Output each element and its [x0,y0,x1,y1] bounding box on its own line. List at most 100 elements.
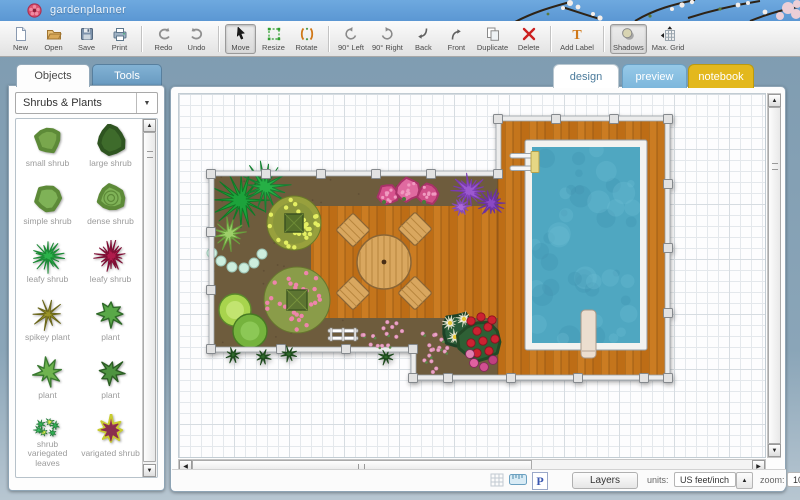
units-value: US feet/inch [680,475,729,485]
toolbar-button-delete[interactable]: Delete [513,24,544,54]
toolbar-button-move[interactable]: Move [225,24,256,54]
grid-toggle-icon[interactable] [490,473,504,487]
varileaves-icon [26,414,70,439]
objects-panel-body: Shrubs & Plants ▼ small shrublarge shrub… [8,85,165,491]
toolbar-button-max-grid[interactable]: Max. Grid [649,24,688,54]
print-preview-toggle-icon[interactable]: P [532,472,548,490]
back-icon [415,26,431,42]
plant-item-shrub-variegated-leaves[interactable]: shrub variegated leaves [16,411,79,469]
toolbar-button-label: 90° Left [338,43,364,52]
plant-item[interactable] [79,469,142,478]
toolbar-button-label: Max. Grid [652,43,685,52]
app-title: gardenplanner [50,4,126,16]
toolbar-button-label: Rotate [295,43,317,52]
plant-item-varigated-shrub[interactable]: varigated shrub [79,411,142,469]
plant-item-large-shrub[interactable]: large shrub [79,121,142,179]
plant-list-scroll-thumb[interactable] [143,132,156,462]
garden-planner-window: gardenplanner NewOpenSavePrint RedoUndo Mo… [0,0,800,500]
layers-button[interactable]: Layers [572,472,638,489]
toolbar-button-back[interactable]: Back [408,24,439,54]
open-icon [46,26,62,42]
toolbar-button-print[interactable]: Print [104,24,135,54]
toolbar-separator [550,26,551,52]
toolbar-separator [141,26,142,52]
toolbar-button-label: Delete [518,43,540,52]
zoom-value: 100% [793,475,800,485]
units-dropdown[interactable]: US feet/inch [674,472,736,487]
front-icon [448,26,464,42]
zoom-label: zoom: [760,475,785,485]
toolbar-button-label: Move [231,43,249,52]
resize-icon [266,26,282,42]
tab-notebook-label: notebook [698,71,743,83]
tab-preview-label: preview [636,71,674,83]
rotate-icon [299,26,315,42]
tab-objects[interactable]: Objects [16,64,90,87]
scroll-up-icon[interactable]: ▲ [143,119,156,132]
tab-tools[interactable]: Tools [92,64,162,87]
tab-design[interactable]: design [553,64,619,88]
toolbar-button-90-left[interactable]: 90° Left [335,24,367,54]
toolbar-button-undo[interactable]: Undo [181,24,212,54]
toolbar-button-resize[interactable]: Resize [258,24,289,54]
redo-icon [156,26,172,42]
tab-notebook[interactable]: notebook [688,64,754,88]
star_green-icon [89,298,133,332]
plant-item-label: plant [101,333,119,343]
burst_green-icon [26,240,70,274]
plant-item-leafy-shrub[interactable]: leafy shrub [16,237,79,295]
layers-button-label: Layers [590,475,620,486]
star_light-icon [26,356,70,390]
plant-item[interactable] [16,469,79,478]
scroll-down-icon[interactable]: ▼ [768,444,781,457]
new-icon [13,26,29,42]
toolbar-separator [218,26,219,52]
chevron-down-icon[interactable]: ▼ [136,93,157,113]
toolbar-button-add-label[interactable]: TAdd Label [557,24,597,54]
blob_small-icon [26,124,70,158]
canvas-vscroll-thumb[interactable] [768,107,781,444]
plant-item-label: simple shrub [23,217,71,227]
status-bar: P Layers units: US feet/inch ▲ zoom: 100… [172,469,786,490]
plant-item-dense-shrub[interactable]: dense shrub [79,179,142,237]
tab-preview[interactable]: preview [622,64,687,88]
toolbar-button-label: 90° Right [372,43,403,52]
plant-item-simple-shrub[interactable]: simple shrub [16,179,79,237]
scroll-down-icon[interactable]: ▼ [143,464,156,477]
tab-tools-label: Tools [114,70,140,82]
toolbar-button-open[interactable]: Open [38,24,69,54]
plant-item-leafy-shrub[interactable]: leafy shrub [79,237,142,295]
toolbar-button-front[interactable]: Front [441,24,472,54]
toolbar-button-new[interactable]: New [5,24,36,54]
toolbar-button-rotate[interactable]: Rotate [291,24,322,54]
tab-design-label: design [570,71,602,83]
plant-item-plant[interactable]: plant [16,353,79,411]
category-dropdown[interactable]: Shrubs & Plants ▼ [15,92,158,114]
toolbar-button-90-right[interactable]: 90° Right [369,24,406,54]
tuft_orange-icon [26,472,70,478]
toolbar-button-duplicate[interactable]: Duplicate [474,24,511,54]
plant-list-scrollbar[interactable]: ▲ ▼ [142,119,157,477]
zoom-dropdown[interactable]: 100% [787,472,800,487]
plant-item-plant[interactable]: plant [79,353,142,411]
blob_simple-icon [26,182,70,216]
toolbar-button-save[interactable]: Save [71,24,102,54]
rotl-icon [343,26,359,42]
svg-text:T: T [572,28,582,42]
units-dropdown-arrow-icon[interactable]: ▲ [736,472,753,489]
plant-item-label: leafy shrub [90,275,132,285]
spikey-icon [26,298,70,332]
burst_red-icon [89,240,133,274]
plant-item-plant[interactable]: plant [79,295,142,353]
toolbar-button-shadows[interactable]: Shadows [610,24,647,54]
scroll-up-icon[interactable]: ▲ [768,94,781,107]
ruler-toggle-icon[interactable] [509,473,527,486]
plant-item-spikey-plant[interactable]: spikey plant [16,295,79,353]
design-canvas[interactable] [178,93,766,458]
rotr-icon [379,26,395,42]
canvas-vscrollbar[interactable]: ▲ ▼ [767,93,781,458]
toolbar-button-redo[interactable]: Redo [148,24,179,54]
plant-item-small-shrub[interactable]: small shrub [16,121,79,179]
plant-item-label: spikey plant [25,333,70,343]
title-bar: gardenplanner [0,0,800,21]
